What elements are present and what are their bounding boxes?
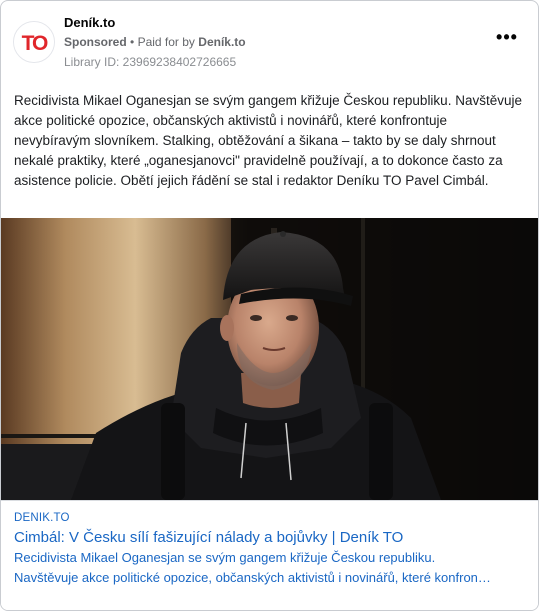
- svg-text:TO: TO: [22, 32, 48, 55]
- paid-for-prefix: Paid for by: [137, 35, 195, 49]
- more-horizontal-icon: •••: [496, 27, 518, 47]
- link-preview[interactable]: DENIK.TO Cimbál: V Česku sílí fašizující…: [1, 500, 538, 610]
- sponsored-line: Sponsored • Paid for by Deník.to: [64, 35, 246, 49]
- link-description[interactable]: Recidivista Mikael Oganesjan se svým gan…: [14, 548, 524, 588]
- ad-image[interactable]: [1, 218, 538, 500]
- ad-card: TO Deník.to Sponsored • Paid for by Dení…: [0, 0, 539, 611]
- sponsored-label: Sponsored: [64, 35, 127, 49]
- link-description-line-1: Recidivista Mikael Oganesjan se svým gan…: [14, 550, 436, 565]
- page-avatar[interactable]: TO: [13, 21, 55, 63]
- ad-header: TO Deník.to Sponsored • Paid for by Dení…: [1, 1, 538, 81]
- separator-dot: •: [130, 35, 135, 49]
- denik-to-logo-icon: TO: [14, 22, 54, 62]
- ad-body-text: Recidivista Mikael Oganesjan se svým gan…: [14, 93, 522, 188]
- portrait-photo: [1, 218, 538, 500]
- link-title[interactable]: Cimbál: V Česku sílí fašizující nálady a…: [14, 529, 403, 546]
- paid-for-by-name[interactable]: Deník.to: [198, 35, 245, 49]
- library-id: Library ID: 23969238402726665: [64, 55, 237, 69]
- page-name-link[interactable]: Deník.to: [64, 15, 115, 30]
- link-description-line-2: Navštěvuje akce politické opozice, občan…: [14, 570, 491, 585]
- more-options-button[interactable]: •••: [493, 27, 521, 53]
- link-domain[interactable]: DENIK.TO: [14, 512, 70, 524]
